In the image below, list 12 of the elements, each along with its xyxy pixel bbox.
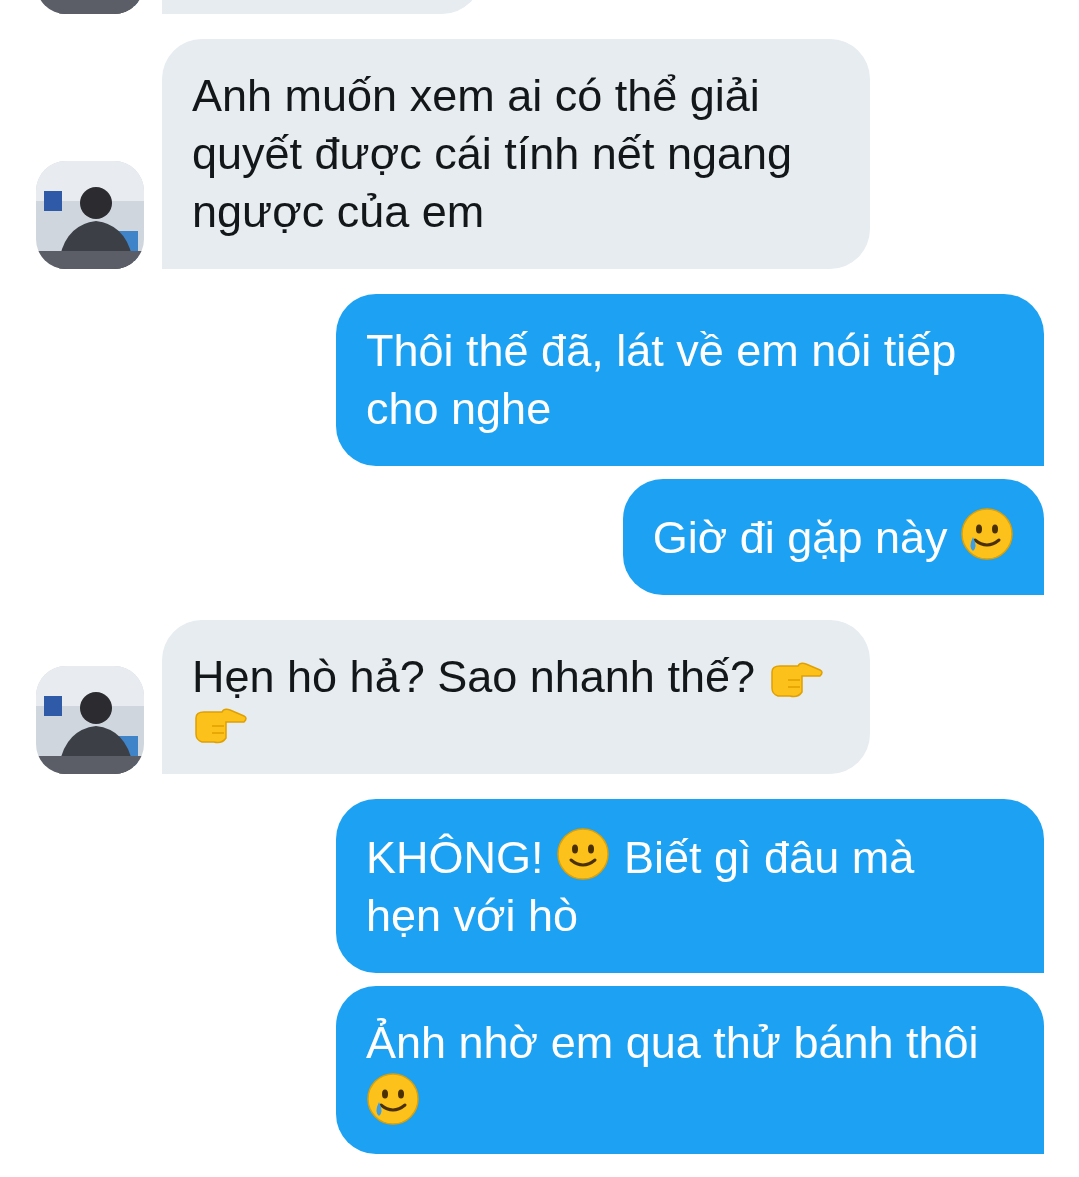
smiling-face-with-tear-icon [366,1072,420,1126]
smiling-face-with-tear-icon [960,507,1014,561]
message-text: Thôi thế đã, lát về em nói tiếp cho nghe [366,325,957,434]
message-text: Ảnh nhờ em qua thử bánh thôi [366,1017,979,1068]
message-text: Hẹn hò hả? Sao nhanh thế? [192,651,755,702]
message-text: Giờ đi gặp này [652,512,948,563]
message-text: Anh muốn xem ai có thể giải quyết được cái tính nết ngang ngược của em [192,70,793,237]
message-text: KHÔNG! [366,832,544,883]
message-text: hẹn với hò [366,889,579,943]
message-text: Biết gì đâu mà [624,831,915,885]
smiling-face-icon [556,827,611,881]
pointing-hand-icon [192,706,250,746]
